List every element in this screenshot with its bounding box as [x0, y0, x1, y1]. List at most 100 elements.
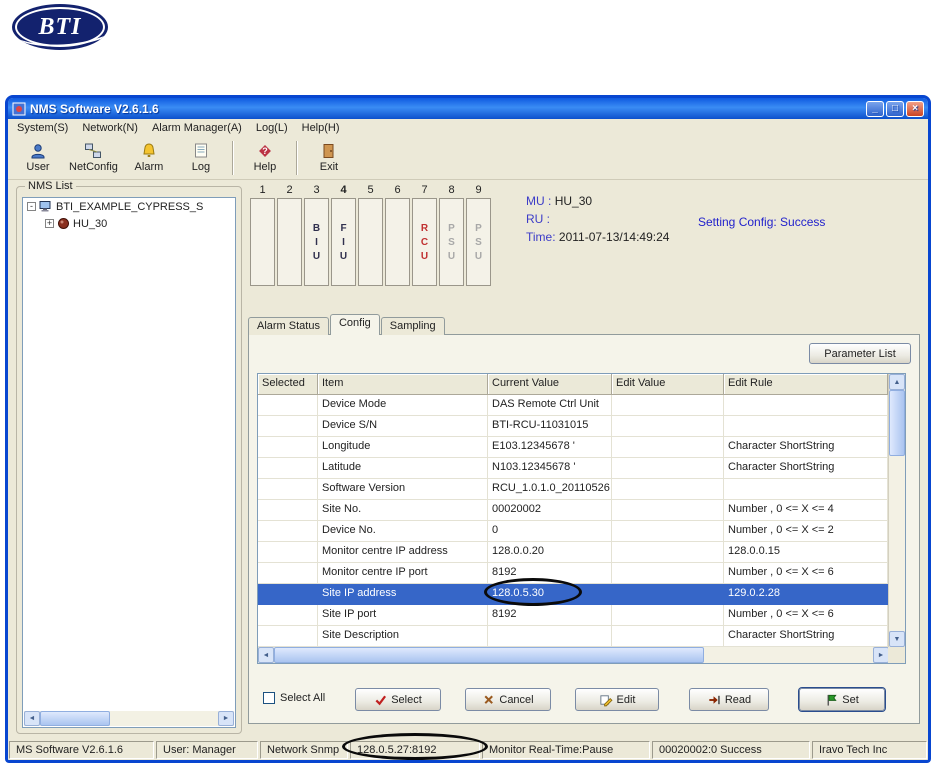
- table-row[interactable]: Device Mode DAS Remote Ctrl Unit: [258, 395, 888, 416]
- tree-root-label: BTI_EXAMPLE_CYPRESS_S: [56, 200, 204, 213]
- scroll-left-arrow[interactable]: ◄: [258, 647, 274, 663]
- time-label: Time:: [526, 230, 556, 244]
- select-all-checkbox[interactable]: [263, 692, 275, 704]
- select-all-label: Select All: [280, 692, 326, 704]
- table-cell-item: Device S/N: [318, 416, 488, 437]
- edit-button[interactable]: Edit: [575, 688, 659, 711]
- table-row[interactable]: Monitor centre IP port 8192 Number , 0 <= …: [258, 563, 888, 584]
- scroll-left-arrow[interactable]: ◄: [24, 711, 40, 726]
- table-cell-edit_value: [612, 605, 724, 626]
- table-row[interactable]: Device S/N BTI-RCU-11031015: [258, 416, 888, 437]
- nms-tree[interactable]: - BTI_EXAMPLE_CYPRESS_S + HU_30 ◄ ►: [22, 197, 236, 728]
- column-header-item[interactable]: Item: [318, 374, 488, 395]
- maximize-button[interactable]: □: [886, 100, 904, 117]
- table-row[interactable]: Software Version RCU_1.0.1.0_20110526: [258, 479, 888, 500]
- scroll-right-arrow[interactable]: ►: [873, 647, 889, 663]
- toolbar: User NetConfig Alarm Log ? Help Exit: [8, 136, 928, 180]
- table-row[interactable]: Site No. 00020002 Number , 0 <= X <= 4: [258, 500, 888, 521]
- minimize-button[interactable]: _: [866, 100, 884, 117]
- table-row[interactable]: Site IP port 8192 Number , 0 <= X <= 6: [258, 605, 888, 626]
- edit-pencil-icon: [599, 694, 613, 706]
- title-bar[interactable]: NMS Software V2.6.1.6 _ □ ×: [8, 98, 928, 119]
- slot-card-1[interactable]: [250, 198, 275, 286]
- menu-item-system[interactable]: System(S): [10, 121, 75, 135]
- scroll-up-arrow[interactable]: ▲: [889, 374, 905, 390]
- set-button[interactable]: Set: [799, 688, 885, 711]
- table-horizontal-scrollbar[interactable]: ◄ ►: [258, 647, 889, 663]
- scrollbar-thumb[interactable]: [40, 711, 110, 726]
- expand-icon[interactable]: +: [45, 219, 54, 228]
- app-window: NMS Software V2.6.1.6 _ □ × System(S) Net…: [5, 95, 931, 763]
- slot-card-6[interactable]: [385, 198, 410, 286]
- read-button[interactable]: Read: [689, 688, 769, 711]
- menu-item-log[interactable]: Log(L): [249, 121, 295, 135]
- select-all-row[interactable]: Select All: [263, 692, 325, 704]
- tab-sampling[interactable]: Sampling: [380, 317, 445, 335]
- slot-card-2[interactable]: [277, 198, 302, 286]
- toolbar-exit-button[interactable]: Exit: [303, 138, 355, 178]
- table-row[interactable]: Latitude N103.12345678 ' Character ShortSt…: [258, 458, 888, 479]
- menu-bar[interactable]: System(S) Network(N) Alarm Manager(A) Log(L…: [8, 119, 928, 136]
- device-info: MU : HU_30 RU : Time: 2011-07-13/14:49:2…: [526, 194, 669, 248]
- table-row[interactable]: Device No. 0 Number , 0 <= X <= 2: [258, 521, 888, 542]
- toolbar-log-button[interactable]: Log: [175, 138, 227, 178]
- table-vertical-scrollbar[interactable]: ▲ ▼: [888, 374, 905, 647]
- toolbar-user-label: User: [26, 161, 50, 173]
- tab-config[interactable]: Config: [329, 314, 380, 335]
- slot-card-5[interactable]: [358, 198, 383, 286]
- slot-card-8[interactable]: PSU: [439, 198, 464, 286]
- read-button-label: Read: [724, 693, 752, 706]
- slot-letter: P: [475, 222, 482, 234]
- tree-node-hu30[interactable]: + HU_30: [23, 215, 235, 232]
- toolbar-alarm-label: Alarm: [134, 161, 164, 173]
- table-row[interactable]: Longitude E103.12345678 ' Character ShortS…: [258, 437, 888, 458]
- table-cell-edit_value: [612, 521, 724, 542]
- table-cell-edit_value: [612, 563, 724, 584]
- scrollbar-thumb[interactable]: [889, 390, 905, 456]
- time-value: 2011-07-13/14:49:24: [558, 230, 670, 244]
- column-header-current-value[interactable]: Current Value: [488, 374, 612, 395]
- table-cell-selected: [258, 458, 318, 479]
- tab-alarm-status[interactable]: Alarm Status: [248, 317, 329, 335]
- column-header-edit-value[interactable]: Edit Value: [612, 374, 724, 395]
- collapse-icon[interactable]: -: [27, 202, 36, 211]
- table-row[interactable]: Site Description Character ShortString: [258, 626, 888, 647]
- device-icon: [58, 218, 69, 229]
- toolbar-help-button[interactable]: ? Help: [239, 138, 291, 178]
- scroll-right-arrow[interactable]: ►: [218, 711, 234, 726]
- bti-logo-ellipse: BTI: [12, 4, 108, 50]
- table-cell-edit_value: [612, 500, 724, 521]
- slot-letter: F: [340, 222, 347, 234]
- table-cell-current: 8192: [488, 605, 612, 626]
- parameter-list-button[interactable]: Parameter List: [809, 343, 911, 364]
- table-cell-edit_rule: 128.0.0.15: [724, 542, 888, 563]
- tree-node-root[interactable]: - BTI_EXAMPLE_CYPRESS_S: [23, 198, 235, 215]
- toolbar-user-button[interactable]: User: [12, 138, 64, 178]
- scrollbar-track[interactable]: [889, 456, 905, 631]
- slot-card-3[interactable]: BIU: [304, 198, 329, 286]
- scroll-down-arrow[interactable]: ▼: [889, 631, 905, 647]
- table-cell-selected: [258, 605, 318, 626]
- slot-card-9[interactable]: PSU: [466, 198, 491, 286]
- column-header-selected[interactable]: Selected: [258, 374, 318, 395]
- toolbar-netconfig-button[interactable]: NetConfig: [64, 138, 123, 178]
- select-button[interactable]: Select: [355, 688, 441, 711]
- slot-letter: P: [448, 222, 455, 234]
- menu-item-help[interactable]: Help(H): [295, 121, 347, 135]
- tree-horizontal-scrollbar[interactable]: ◄ ►: [24, 711, 234, 726]
- toolbar-help-label: Help: [253, 161, 277, 173]
- close-button[interactable]: ×: [906, 100, 924, 117]
- table-cell-selected: [258, 563, 318, 584]
- user-icon: [31, 144, 45, 159]
- menu-item-network[interactable]: Network(N): [75, 121, 145, 135]
- scrollbar-thumb[interactable]: [274, 647, 704, 663]
- column-header-edit-rule[interactable]: Edit Rule: [724, 374, 888, 395]
- cancel-button[interactable]: Cancel: [465, 688, 551, 711]
- time-line: Time: 2011-07-13/14:49:24: [526, 230, 669, 244]
- slot-card-4[interactable]: FIU: [331, 198, 356, 286]
- menu-item-alarm-manager[interactable]: Alarm Manager(A): [145, 121, 249, 135]
- slot-card-7[interactable]: RCU: [412, 198, 437, 286]
- toolbar-alarm-button[interactable]: Alarm: [123, 138, 175, 178]
- table-row[interactable]: Monitor centre IP address 128.0.0.20 128.0…: [258, 542, 888, 563]
- table-row[interactable]: Site IP address 128.0.5.30 129.0.2.28: [258, 584, 888, 605]
